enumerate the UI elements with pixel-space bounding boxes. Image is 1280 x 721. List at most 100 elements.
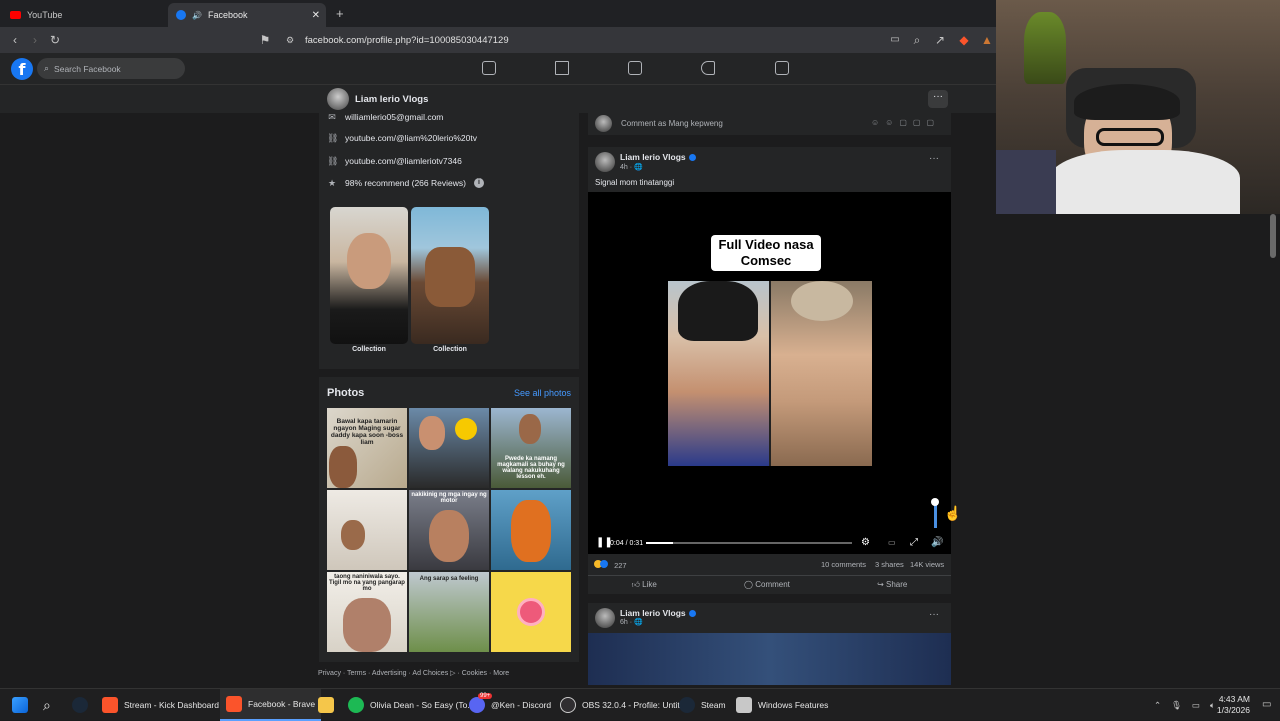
photos-card: Photos See all photos Bawal kapa tamarin… [319,377,579,662]
settings-icon[interactable]: ⚙ [861,536,870,550]
taskbar-item-steam[interactable]: Steam [679,689,726,721]
scrollbar-thumb[interactable] [1270,214,1276,258]
flag-icon[interactable] [555,61,569,75]
reaction-count[interactable]: 227 [614,561,627,570]
reload-icon[interactable]: ↻ [48,33,62,47]
post-time[interactable]: 6h · 🌐 [620,618,643,626]
facebook-logo-icon[interactable]: f [11,58,33,80]
comment-count[interactable]: 10 comments [821,560,866,569]
taskbar-item-obs[interactable]: OBS 32.0.4 - Profile: Untitled [560,689,691,721]
bookmark-icon[interactable]: ⚑ [258,33,272,47]
chevron-up-icon[interactable]: ⌃ [1154,700,1161,711]
share-icon[interactable]: ↗ [933,33,947,47]
commenter-avatar [595,115,612,132]
post-author-name[interactable]: Liam lerio Vlogs [620,608,686,618]
taskbar-file-explorer[interactable] [318,689,334,721]
fullscreen-icon[interactable]: ⤢ [910,536,918,550]
photos-title[interactable]: Photos [327,387,364,399]
info-icon[interactable]: i [473,178,484,188]
photo-thumbnail[interactable]: Bawal kapa tamarin ngayon Maging sugar d… [327,408,407,488]
comment-icon: ◯ [744,580,756,589]
close-tab-icon[interactable]: ✕ [312,10,320,21]
comment-button[interactable]: ◯ Comment [744,580,790,589]
photo-thumbnail[interactable] [491,572,571,652]
brave-shield-icon[interactable]: ◆ [957,33,971,47]
footer-links[interactable]: Privacy · Terms · Advertising · Ad Choic… [318,669,509,677]
reaction-icons[interactable] [594,560,612,570]
post-image[interactable] [588,633,951,685]
like-button[interactable]: 👍︎ Like [632,580,657,590]
home-icon[interactable] [482,61,496,75]
post-author-avatar[interactable] [595,608,615,628]
captions-icon[interactable]: ▭ [888,536,896,550]
recommend-text[interactable]: 98% recommend (266 Reviews) [345,178,466,188]
streamer-shirt [1050,150,1240,214]
taskbar-steam-pinned[interactable] [72,689,88,721]
collection-thumbnail[interactable] [411,207,489,344]
share-button[interactable]: ↪ Share [877,580,907,589]
tab-youtube[interactable]: YouTube [2,3,165,27]
share-count[interactable]: 3 shares [875,560,904,569]
photo-thumbnail[interactable]: Ang sarap sa feeling [409,572,489,652]
post-more-button[interactable]: ··· [929,153,939,164]
post-author-name[interactable]: Liam lerio Vlogs [620,152,686,162]
search-icon: ⌕ [43,696,51,713]
notifications-icon[interactable]: ▭ [1262,699,1271,710]
video-progress-bar[interactable] [646,542,852,544]
post-author[interactable]: Liam lerio Vlogs [620,152,696,162]
photo-thumbnail[interactable] [409,408,489,488]
youtube-link[interactable]: youtube.com/@liamleriotv7346 [345,156,462,166]
see-all-photos-link[interactable]: See all photos [514,388,571,398]
photo-thumbnail[interactable]: nakikinig ng mga ingay ng motor [409,490,489,570]
new-tab-button[interactable]: + [336,6,344,21]
search-input[interactable]: ⌕ Search Facebook [37,58,185,79]
comment-tools-icons[interactable]: ☺☺▢▢▢ [871,118,940,127]
tab-facebook[interactable]: 🔊 Facebook ✕ [168,3,326,27]
site-info-icon[interactable]: ⚙ [283,33,297,47]
photo-thumbnail[interactable] [491,490,571,570]
taskbar-label: Steam [701,700,726,710]
microphone-icon[interactable]: 🎙︎ [1171,700,1182,711]
search-button[interactable]: ⌕ [43,689,51,721]
url-bar[interactable]: facebook.com/profile.php?id=100085030447… [305,35,509,46]
start-button[interactable] [12,689,28,721]
taskbar-item-facebook[interactable]: Facebook - Brave [220,689,322,721]
system-tray[interactable]: ⌃ 🎙︎ ▭ 🔈︎ [1154,689,1215,721]
megaphone-icon[interactable] [701,61,715,75]
speaker-icon[interactable]: 🔈︎ [1210,700,1215,711]
post-more-button[interactable]: ··· [929,609,939,620]
taskbar-label: @Ken - Discord [491,700,552,710]
back-icon[interactable]: ‹ [8,33,22,47]
youtube-link[interactable]: youtube.com/@liam%20lerio%20tv [345,133,477,143]
taskbar-item-kick[interactable]: Stream - Kick Dashboard [102,689,219,721]
photo-thumbnail[interactable]: taong naniniwala sayo. Tigil mo na yang … [327,572,407,652]
post-author[interactable]: Liam lerio Vlogs [620,608,696,618]
comment-input[interactable]: Comment as Mang kepweng [621,119,723,128]
taskbar-item-windows-features[interactable]: Windows Features [736,689,828,721]
zoom-icon[interactable]: ⌕ [910,33,924,47]
clock[interactable]: 4:43 AM 1/3/2026 [1217,694,1250,716]
brave-icon [226,696,242,712]
profile-avatar[interactable] [327,88,349,110]
profile-name[interactable]: Liam lerio Vlogs [355,94,428,105]
collection-thumbnail[interactable] [330,207,408,344]
post-time[interactable]: 4h · 🌐 [620,163,643,171]
display-icon[interactable]: ▭ [1192,700,1200,711]
calendar-icon[interactable] [775,61,789,75]
forward-icon[interactable]: › [28,33,42,47]
page-scrollbar[interactable] [1269,214,1277,688]
pip-icon[interactable]: ▭ [888,33,902,47]
photo-thumbnail[interactable]: Pwede ka namang magkamali sa buhay ng wa… [491,408,571,488]
photo-caption: nakikinig ng mga ingay ng motor [411,492,487,504]
verified-badge-icon [688,610,696,618]
taskbar-item-spotify[interactable]: Olivia Dean - So Easy (To... [348,689,474,721]
video-player[interactable]: Full Video nasa Comsec ❚❚ 0:04 / 0:31 ⚙ … [588,192,951,554]
email-text[interactable]: williamlerio05@gmail.com [345,112,443,122]
profile-more-button[interactable]: ··· [928,90,948,108]
photo-thumbnail[interactable] [327,490,407,570]
post-author-avatar[interactable] [595,152,615,172]
marketplace-icon[interactable] [628,61,642,75]
rewards-icon[interactable]: ▲ [980,33,994,47]
volume-handle[interactable] [931,498,939,506]
volume-icon[interactable]: 🔊 [931,536,943,550]
